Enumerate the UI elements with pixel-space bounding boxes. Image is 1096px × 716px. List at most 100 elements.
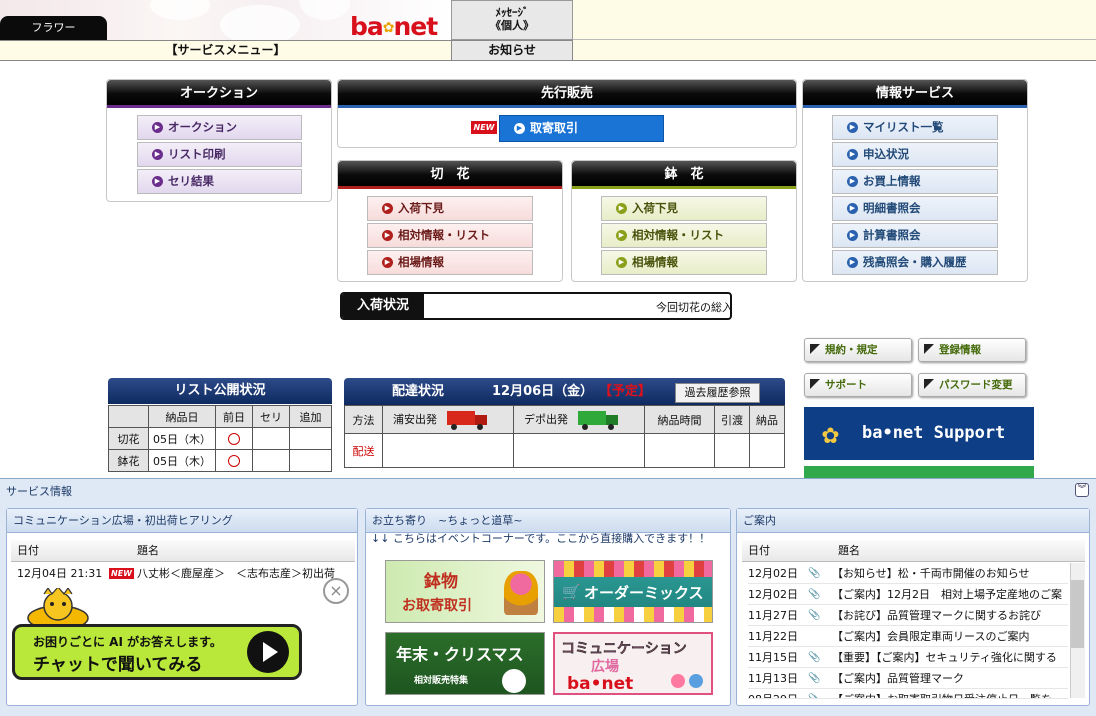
list-item[interactable]: 12月02日 📎 【お知らせ】松・千両市開催のお知らせ xyxy=(748,563,1068,584)
list-item[interactable]: 11月22日 【ご案内】会員限定車両リースのご案内 xyxy=(748,626,1068,647)
header-cell: 前日 xyxy=(215,405,253,428)
column-subject: 題名 xyxy=(838,544,860,557)
password-change-label: パスワード変更 xyxy=(939,379,1013,391)
arrow-circle-icon: ▶ xyxy=(152,176,163,187)
arrow-circle-icon: ▶ xyxy=(616,257,627,268)
notice-button[interactable]: お知らせ xyxy=(451,40,573,61)
list-item[interactable]: 11月13日 📎 【ご案内】品質管理マーク xyxy=(748,668,1068,689)
urayasu-cell xyxy=(382,433,514,468)
potflower-preview-button[interactable]: ▶ 入荷下見 xyxy=(601,196,767,221)
purchase-info-button[interactable]: ▶ お買上情報 xyxy=(832,169,998,194)
arrow-circle-icon: ▶ xyxy=(847,149,858,160)
auction-cell xyxy=(252,427,290,450)
table-row: 配送 xyxy=(344,433,785,468)
support-banner-text: ba•net Support xyxy=(862,423,1006,443)
arrival-status-ticker: 今回切花の総入 xyxy=(656,301,732,314)
list-item[interactable]: 08月29日 📎 【ご案内】お取寄取引物日受注停止日一覧を xyxy=(748,689,1068,699)
list-item[interactable]: 12月02日 📎 【ご案内】12月2日 相対上場予定産地のご案 xyxy=(748,584,1068,605)
auction-result-button[interactable]: ▶ セリ結果 xyxy=(137,169,302,194)
list-status-title: リスト公開状況 xyxy=(108,378,332,404)
collapse-chevron-icon[interactable]: ︾ xyxy=(1075,483,1089,497)
list-print-button[interactable]: ▶ リスト印刷 xyxy=(137,142,302,167)
depot-cell xyxy=(513,433,645,468)
paperclip-icon: 📎 xyxy=(808,610,821,621)
password-change-button[interactable]: パスワード変更 xyxy=(918,373,1026,397)
item-subject: 八丈彬＜鹿屋産＞ ＜志布志産＞初出荷 xyxy=(137,567,335,580)
yearend-christmas-banner[interactable]: 年末・クリスマス 相対販売特集 xyxy=(385,632,545,695)
table-row: 鉢花 05日（木） xyxy=(108,449,332,472)
banner-text: オーダーミックス xyxy=(584,584,704,602)
event-subtitle: ↓↓ こちらはイベントコーナーです。ここから直接購入できます！！ xyxy=(371,532,711,545)
item-date: 11月27日 xyxy=(748,609,798,622)
row-date: 05日（木） xyxy=(148,427,216,450)
consign-trade-label: 取寄取引 xyxy=(530,121,579,135)
header-cell: セリ xyxy=(252,405,290,428)
green-banner-strip[interactable] xyxy=(804,466,1034,478)
scrollbar-thumb[interactable] xyxy=(1071,580,1084,648)
cutflower-relative-button[interactable]: ▶ 相対情報・リスト xyxy=(367,223,533,248)
banner-logo-text: ba•net xyxy=(567,674,634,694)
statement-inquiry-button[interactable]: ▶ 明細書照会 xyxy=(832,196,998,221)
cutflower-market-button[interactable]: ▶ 相場情報 xyxy=(367,250,533,275)
item-subject: 【重要】【ご案内】セキュリティ強化に関する xyxy=(832,651,1057,664)
potflower-market-button[interactable]: ▶ 相場情報 xyxy=(601,250,767,275)
flower-pot-icon xyxy=(504,571,538,615)
potflower-preview-label: 入荷下見 xyxy=(632,201,678,215)
flower-strip-icon xyxy=(554,607,712,622)
order-mix-banner[interactable]: オーダーミックス 🛒 xyxy=(553,560,713,623)
close-icon[interactable]: × xyxy=(323,578,349,604)
flower-icon: ✿ xyxy=(822,417,839,450)
arrow-circle-icon: ▶ xyxy=(847,257,858,268)
banet-support-banner[interactable]: ✿ ba•net Support xyxy=(804,407,1034,460)
cutflower-panel-title: 切 花 xyxy=(338,161,562,189)
banet-logo[interactable]: ba✿net xyxy=(350,12,438,41)
consign-trade-button[interactable]: ▶ 取寄取引 xyxy=(499,115,664,142)
list-item[interactable]: 11月27日 📎 【お詫び】品質管理マークに関するお詫び xyxy=(748,605,1068,626)
service-menu-label: 【サービスメニュー】 xyxy=(0,40,451,61)
arrow-circle-icon: ▶ xyxy=(382,203,393,214)
item-date: 11月13日 xyxy=(748,672,798,685)
mylist-label: マイリスト一覧 xyxy=(863,120,944,134)
delivery-tag: 【予定】 xyxy=(599,384,652,399)
arrow-circle-icon: ▶ xyxy=(616,203,627,214)
column-date: 日付 xyxy=(17,544,39,557)
purchase-info-label: お買上情報 xyxy=(863,174,921,188)
banner-text: 相対販売特集 xyxy=(414,676,469,686)
arrow-circle-icon: ▶ xyxy=(152,122,163,133)
tab-flower[interactable]: フラワー xyxy=(0,16,107,40)
arrow-circle-icon: ▶ xyxy=(616,230,627,241)
message-label-1: ﾒｯｾｰｼﾞ xyxy=(495,6,529,19)
header-blank-cell xyxy=(108,405,149,428)
auction-button[interactable]: ▶ オークション xyxy=(137,115,302,140)
guide-panel-title: ご案内 xyxy=(737,509,1089,533)
item-date: 12月04日 21:31 xyxy=(17,567,103,580)
past-history-button[interactable]: 過去履歴参照 xyxy=(675,383,760,403)
mylist-button[interactable]: ▶ マイリスト一覧 xyxy=(832,115,998,140)
paperclip-icon: 📎 xyxy=(808,568,821,579)
list-item[interactable]: 12月04日 21:31 NEW 八丈彬＜鹿屋産＞ ＜志布志産＞初出荷 xyxy=(17,563,339,584)
communication-plaza-banner[interactable]: コミュニケーション 広場 ba•net xyxy=(553,632,713,695)
column-subject: 題名 xyxy=(137,544,159,557)
column-date: 日付 xyxy=(748,544,770,557)
invoice-inquiry-button[interactable]: ▶ 計算書照会 xyxy=(832,223,998,248)
paperclip-icon: 📎 xyxy=(808,689,820,698)
list-status-table: 納品日 前日 セリ 追加 切花 05日（木） 鉢花 05日（木） xyxy=(108,405,332,472)
cutflower-preview-button[interactable]: ▶ 入荷下見 xyxy=(367,196,533,221)
auction-button-label: オークション xyxy=(168,120,237,134)
application-status-button[interactable]: ▶ 申込状況 xyxy=(832,142,998,167)
paperclip-icon: 📎 xyxy=(808,673,821,684)
terms-button[interactable]: 規約・規定 xyxy=(804,338,912,362)
registration-button[interactable]: 登録情報 xyxy=(918,338,1026,362)
communication-panel-title: コミュニケーション広場・初出荷ヒアリング xyxy=(7,509,357,533)
potted-consign-banner[interactable]: 鉢物 お取寄取引 xyxy=(385,560,545,623)
support-button[interactable]: サポート xyxy=(804,373,912,397)
balance-history-button[interactable]: ▶ 残高照会・購入履歴 xyxy=(832,250,998,275)
row-date: 05日（木） xyxy=(148,449,216,472)
ai-chat-button[interactable]: お困りごとに AI がお答えします。 チャットで聞いてみる xyxy=(12,624,302,680)
message-label-2: 《個人》 xyxy=(490,19,534,32)
support-label: サポート xyxy=(825,379,867,391)
potflower-relative-button[interactable]: ▶ 相対情報・リスト xyxy=(601,223,767,248)
list-item[interactable]: 11月15日 📎 【重要】【ご案内】セキュリティ強化に関する xyxy=(748,647,1068,668)
message-button[interactable]: ﾒｯｾｰｼﾞ 《個人》 xyxy=(451,0,573,40)
new-badge: NEW xyxy=(471,121,497,134)
